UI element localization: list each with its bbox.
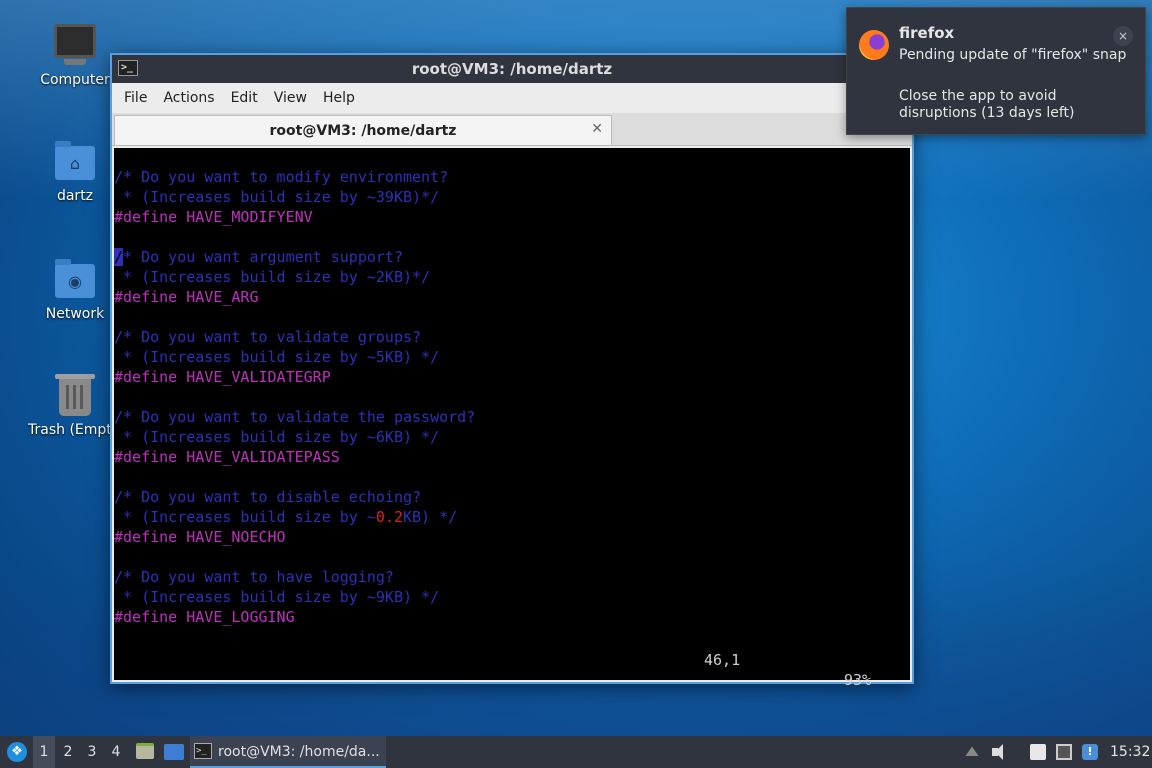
notification-detail: Close the app to avoid disruptions (13 d…: [899, 88, 1075, 121]
tab-bar: root@VM3: /home/dartz ✕: [112, 113, 912, 146]
menu-view[interactable]: View: [266, 90, 315, 106]
show-desktop-launcher[interactable]: [161, 736, 185, 768]
tab-label: root@VM3: /home/dartz: [269, 122, 457, 139]
tab-terminal[interactable]: root@VM3: /home/dartz ✕: [114, 115, 612, 145]
terminal-icon: >_: [118, 60, 138, 76]
desktop-icon: [164, 744, 184, 760]
editor-status-line: 46,1 93%: [114, 630, 910, 689]
taskbar-task-terminal[interactable]: >_ root@VM3: /home/da...: [190, 736, 386, 768]
info-icon[interactable]: !: [1082, 744, 1098, 760]
terminal-line: * (Increases build size by ~2KB)*/: [114, 268, 431, 286]
menu-bar: File Actions Edit View Help: [112, 83, 912, 113]
terminal-line: #define HAVE_VALIDATEGRP: [114, 368, 331, 386]
terminal-line: * (Increases build size by ~0.2KB) */: [114, 508, 458, 526]
network-icon[interactable]: [1056, 744, 1072, 760]
terminal-line: /* Do you want argument support?: [114, 248, 403, 266]
menu-file[interactable]: File: [116, 90, 155, 106]
menu-edit[interactable]: Edit: [223, 90, 266, 106]
terminal-line: #define HAVE_MODIFYENV: [114, 208, 313, 226]
firefox-icon: [859, 30, 889, 60]
terminal-output[interactable]: /* Do you want to modify environment? * …: [114, 148, 910, 689]
terminal-line: #define HAVE_NOECHO: [114, 528, 286, 546]
terminal-line: /* Do you want to have logging?: [114, 568, 394, 586]
cursor-position: 46,1: [704, 651, 741, 669]
workspace-2[interactable]: 2: [57, 736, 79, 768]
terminal-line: #define HAVE_LOGGING: [114, 608, 295, 626]
scroll-percent: 93%: [844, 671, 872, 689]
close-notification-button[interactable]: ×: [1113, 26, 1133, 46]
notification-popup[interactable]: firefox × Pending update of "firefox" sn…: [846, 7, 1146, 135]
task-label: root@VM3: /home/da...: [218, 744, 380, 760]
menu-actions[interactable]: Actions: [155, 90, 222, 106]
update-arrow-icon[interactable]: [965, 746, 979, 756]
window-titlebar[interactable]: >_ root@VM3: /home/dartz: [112, 55, 912, 83]
app-menu-icon: ❖: [7, 742, 27, 762]
clock[interactable]: 15:32: [1110, 736, 1150, 768]
start-menu-button[interactable]: ❖: [4, 736, 28, 768]
terminal-line: #define HAVE_VALIDATEPASS: [114, 448, 340, 466]
window-title: root@VM3: /home/dartz: [411, 60, 613, 78]
network-folder-icon: ◉: [53, 258, 97, 302]
terminal-line: /* Do you want to modify environment?: [114, 168, 449, 186]
taskbar: ❖ 1 2 3 4 >_ root@VM3: /home/da... ! 15:…: [0, 736, 1152, 768]
computer-icon: [53, 24, 97, 68]
menu-help[interactable]: Help: [315, 90, 363, 106]
workspace-3[interactable]: 3: [81, 736, 103, 768]
volume-icon[interactable]: [992, 744, 1008, 760]
terminal-line: /* Do you want to disable echoing?: [114, 488, 422, 506]
notification-title: firefox: [899, 24, 955, 42]
terminal-line: * (Increases build size by ~6KB) */: [114, 428, 440, 446]
terminal-icon: >_: [194, 743, 212, 759]
text-cursor: /: [114, 248, 124, 266]
clipboard-icon[interactable]: [1030, 744, 1046, 760]
terminal-line: #define HAVE_ARG: [114, 288, 259, 306]
notification-message: Pending update of "firefox" snap: [899, 47, 1127, 63]
trash-icon: [53, 374, 97, 418]
terminal-window[interactable]: >_ root@VM3: /home/dartz File Actions Ed…: [110, 53, 914, 689]
terminal-line: * (Increases build size by ~9KB) */: [114, 588, 440, 606]
close-tab-icon[interactable]: ✕: [591, 121, 603, 137]
terminal-line: * (Increases build size by ~39KB)*/: [114, 188, 440, 206]
terminal-line: * (Increases build size by ~5KB) */: [114, 348, 440, 366]
file-manager-launcher[interactable]: [134, 736, 156, 768]
terminal-line: /* Do you want to validate the password?: [114, 408, 476, 426]
workspace-1[interactable]: 1: [33, 736, 55, 768]
terminal-line: /* Do you want to validate groups?: [114, 328, 422, 346]
workspace-4[interactable]: 4: [105, 736, 127, 768]
home-folder-icon: ⌂: [53, 140, 97, 184]
file-manager-icon: [136, 743, 154, 759]
